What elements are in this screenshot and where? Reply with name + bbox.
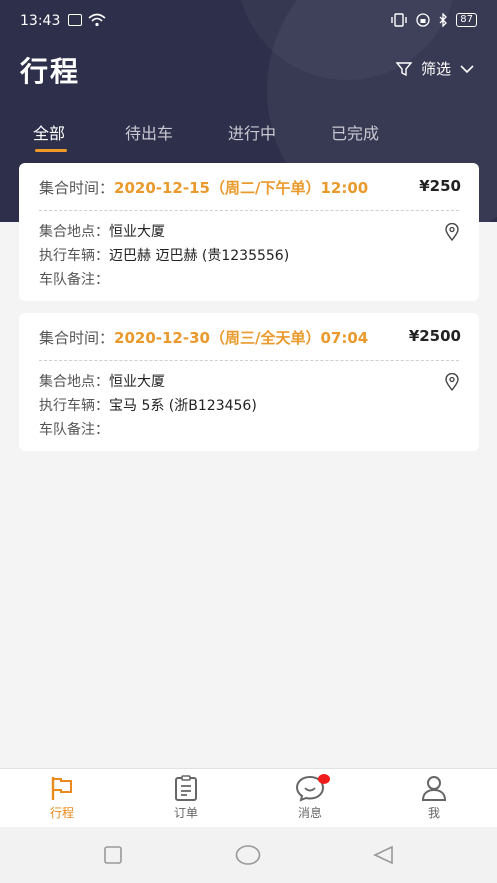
tab-pending[interactable]: 待出车 [125, 120, 173, 144]
time-value: 2020-12-15（周二/下午单）12:00 [114, 179, 369, 197]
back-triangle-icon[interactable] [372, 845, 394, 865]
page-title: 行程 [20, 55, 81, 88]
wifi-icon [88, 13, 106, 27]
notification-icon [68, 14, 82, 26]
filter-label: 筛选 [420, 60, 451, 78]
vibrate-icon [391, 13, 407, 27]
nav-label: 行程 [49, 806, 74, 820]
notification-badge [318, 774, 330, 784]
nav-label: 消息 [297, 806, 322, 820]
trip-card[interactable]: 集合时间：2020-12-30（周三/全天单）07:04 ¥2500 集合地点：… [19, 313, 479, 451]
filter-button[interactable]: 筛选 [395, 58, 475, 79]
tab-all[interactable]: 全部 [33, 120, 65, 144]
location-value: 恒业大厦 [109, 224, 165, 240]
divider [39, 210, 459, 211]
tab-in-progress[interactable]: 进行中 [228, 120, 276, 144]
location-label: 集合地点： [39, 224, 109, 240]
nav-label: 订单 [173, 806, 198, 820]
bottom-nav: 行程 订单 消息 我 [0, 768, 497, 827]
chevron-down-icon [460, 64, 474, 73]
lock-rotation-icon [416, 13, 430, 27]
battery-icon: 87 [456, 13, 477, 27]
vehicle-value: 迈巴赫 迈巴赫 (贵1235556) [109, 248, 290, 264]
note-label: 车队备注： [39, 422, 109, 438]
status-time: 13:43 [20, 13, 61, 29]
location-label: 集合地点： [39, 374, 109, 390]
nav-orders[interactable]: 订单 [156, 774, 216, 821]
flag-icon [51, 777, 72, 800]
system-nav-bar [0, 827, 497, 883]
nav-messages[interactable]: 消息 [280, 774, 340, 821]
location-pin-icon[interactable] [445, 373, 459, 391]
nav-label: 我 [427, 806, 440, 820]
trip-price: ¥2500 [408, 327, 461, 345]
nav-me[interactable]: 我 [404, 774, 464, 821]
tab-bar: 全部 待出车 进行中 已完成 [0, 115, 497, 155]
status-bar: 13:43 87 [0, 0, 497, 42]
note-label: 车队备注： [39, 272, 109, 288]
tab-completed[interactable]: 已完成 [331, 120, 379, 144]
time-label: 集合时间： [39, 329, 115, 347]
vehicle-label: 执行车辆： [39, 398, 109, 414]
time-value: 2020-12-30（周三/全天单）07:04 [114, 329, 369, 347]
clipboard-icon [175, 775, 197, 801]
location-value: 恒业大厦 [109, 374, 165, 390]
nav-trips[interactable]: 行程 [32, 774, 92, 821]
vehicle-value: 宝马 5系 (浙B123456) [109, 398, 257, 414]
divider [39, 360, 459, 361]
recents-square-icon[interactable] [103, 845, 123, 865]
person-icon [421, 776, 447, 801]
location-pin-icon[interactable] [445, 223, 459, 241]
tab-indicator [35, 149, 67, 152]
filter-icon [395, 61, 413, 76]
trip-card[interactable]: 集合时间：2020-12-15（周二/下午单）12:00 ¥250 集合地点：恒… [19, 163, 479, 301]
vehicle-label: 执行车辆： [39, 248, 109, 264]
time-label: 集合时间： [39, 179, 115, 197]
home-circle-icon[interactable] [235, 845, 261, 865]
trip-price: ¥250 [419, 177, 461, 195]
bluetooth-icon [439, 13, 448, 27]
